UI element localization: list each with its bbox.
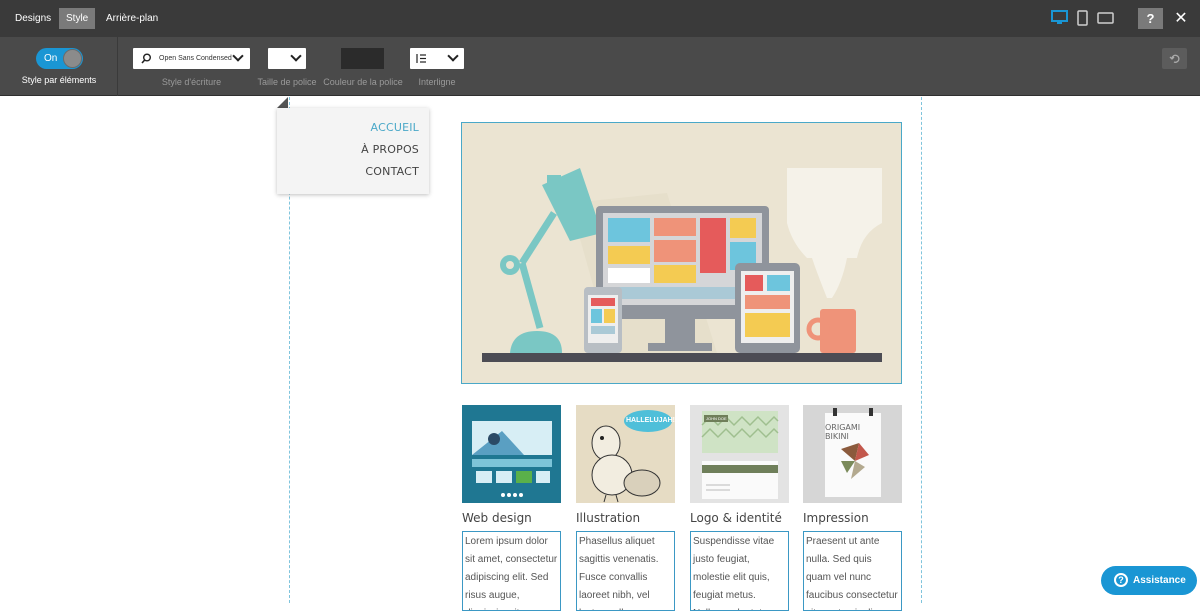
assistance-label: Assistance: [1133, 575, 1186, 586]
style-toolbar: On Style par éléments Open Sans Condense…: [0, 37, 1200, 96]
toggle-caption: Style par éléments: [21, 75, 97, 85]
card-logo-identity[interactable]: JOHN DOE Logo & identité Suspendisse vit…: [690, 405, 789, 611]
toggle-state-label: On: [44, 53, 58, 64]
card-text[interactable]: Suspendisse vitae justo feugiat, molesti…: [690, 531, 789, 611]
nav-item-contact[interactable]: CONTACT: [365, 165, 419, 178]
card-thumbnail: JOHN DOE: [690, 405, 789, 503]
chevron-down-icon: [232, 50, 244, 62]
selection-marker: [277, 97, 288, 108]
line-height-select[interactable]: [410, 48, 464, 69]
font-family-value: Open Sans Condensed: [159, 55, 232, 62]
card-text[interactable]: Praesent ut ante nulla. Sed quis quam ve…: [803, 531, 902, 611]
style-by-element-toggle[interactable]: On: [36, 48, 83, 69]
search-icon: [141, 53, 151, 64]
editor-canvas: ACCUEIL À PROPOS CONTACT Web design Lore…: [0, 97, 1200, 611]
website-thumbnail-image: [462, 405, 561, 503]
font-family-select[interactable]: Open Sans Condensed: [133, 48, 250, 69]
card-text[interactable]: Phasellus aliquet sagittis venenatis. Fu…: [576, 531, 675, 611]
chevron-down-icon: [447, 50, 459, 62]
font-color-swatch[interactable]: [341, 48, 384, 69]
nav-item-accueil[interactable]: ACCUEIL: [371, 121, 419, 134]
line-height-caption: Interligne: [418, 77, 456, 87]
desktop-icon[interactable]: [1051, 10, 1068, 26]
card-impression[interactable]: ORIGAMI BIKINI Impression Praesent ut an…: [803, 405, 902, 611]
undo-icon: [1169, 54, 1180, 63]
poster-title: ORIGAMI BIKINI: [825, 423, 861, 441]
hero-image[interactable]: [461, 122, 902, 384]
font-size-select[interactable]: [268, 48, 306, 69]
desk-illustration: [482, 168, 882, 362]
question-icon: ?: [1114, 573, 1128, 587]
help-button[interactable]: ?: [1138, 8, 1163, 29]
layout-guide-right: [921, 97, 922, 603]
tab-background[interactable]: Arrière-plan: [99, 8, 165, 29]
font-family-caption: Style d'écriture: [161, 77, 222, 87]
assistance-button[interactable]: ? Assistance: [1101, 566, 1197, 595]
card-illustration[interactable]: HALLELUJAH! Illustration Phasellus aliqu…: [576, 405, 675, 611]
card-title: Logo & identité: [690, 511, 782, 525]
nav-item-apropos[interactable]: À PROPOS: [361, 143, 419, 156]
business-card-name: JOHN DOE: [706, 416, 727, 421]
card-title: Web design: [462, 511, 532, 525]
close-button[interactable]: ✕: [1172, 8, 1190, 29]
card-title: Impression: [803, 511, 869, 525]
toggle-knob: [63, 49, 82, 68]
business-card-image: [690, 405, 789, 503]
poster-image: [803, 405, 902, 503]
bubble-text: HALLELUJAH!: [626, 417, 675, 424]
card-thumbnail: ORIGAMI BIKINI: [803, 405, 902, 503]
phone-icon[interactable]: [1077, 10, 1088, 26]
toggle-section: On Style par éléments: [0, 37, 118, 96]
tablet-landscape-icon[interactable]: [1097, 12, 1114, 24]
card-thumbnail: HALLELUJAH!: [576, 405, 675, 503]
card-title: Illustration: [576, 511, 641, 525]
top-bar: Designs Style Arrière-plan ? ✕: [0, 0, 1200, 37]
card-text[interactable]: Lorem ipsum dolor sit amet, consectetur …: [462, 531, 561, 611]
font-size-caption: Taille de police: [257, 77, 317, 87]
line-height-icon: [416, 54, 426, 63]
card-thumbnail: [462, 405, 561, 503]
undo-button[interactable]: [1162, 48, 1187, 69]
chevron-down-icon: [290, 50, 302, 62]
card-web-design[interactable]: Web design Lorem ipsum dolor sit amet, c…: [462, 405, 561, 611]
tab-style[interactable]: Style: [59, 8, 96, 29]
font-color-caption: Couleur de la police: [323, 77, 403, 87]
tab-designs[interactable]: Designs: [8, 8, 58, 29]
nav-menu[interactable]: ACCUEIL À PROPOS CONTACT: [277, 108, 429, 194]
